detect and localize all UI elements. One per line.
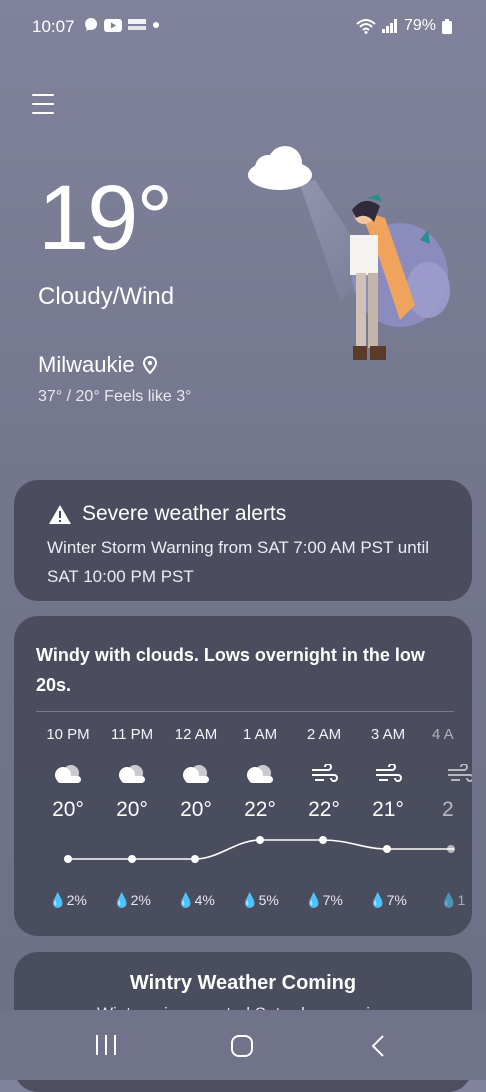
precipitation-chance: 💧1	[420, 892, 472, 909]
cloud-icon	[100, 754, 164, 794]
notification-icons	[84, 18, 160, 32]
precip-value: 2%	[130, 892, 151, 908]
wind-icon	[420, 754, 472, 794]
hour-time: 1 AM	[242, 726, 278, 743]
hour-temperature: 20°	[116, 798, 148, 821]
raindrop-icon: 💧	[113, 892, 131, 908]
hourly-forecast-scroller[interactable]: 10 PM 20° 11 PM 20° 12 AM 20° 1 AM 22° 2…	[14, 726, 472, 926]
warning-icon	[49, 504, 71, 524]
hour-time: 11 PM	[110, 726, 154, 743]
battery-icon	[442, 18, 452, 34]
raindrop-icon: 💧	[305, 892, 323, 908]
hour-temperature: 20°	[52, 798, 84, 821]
system-navigation-bar	[0, 1010, 486, 1080]
status-bar: 10:07 79%	[0, 0, 486, 52]
cloud-icon	[248, 146, 312, 190]
precip-value: 5%	[258, 892, 279, 908]
hour-time: 4 A	[432, 726, 454, 743]
wind-icon	[292, 754, 356, 794]
hour-time: 3 AM	[370, 726, 406, 743]
alert-text: Winter Storm Warning from SAT 7:00 AM PS…	[47, 538, 429, 586]
raindrop-icon: 💧	[49, 892, 67, 908]
hour-time: 10 PM	[46, 726, 90, 743]
battery-percent: 79%	[403, 17, 436, 34]
hour-temperature: 2	[442, 798, 454, 821]
youtube-icon	[104, 18, 122, 32]
home-icon[interactable]	[230, 1034, 254, 1058]
raindrop-icon: 💧	[177, 892, 195, 908]
location-name: Milwaukie	[38, 352, 135, 377]
precip-value: 4%	[194, 892, 215, 908]
hour-item: 10 PM 20°	[36, 726, 100, 822]
hour-item: 3 AM 21°	[356, 726, 420, 822]
raindrop-icon: 💧	[440, 892, 458, 908]
chat-icon	[85, 18, 97, 31]
weather-illustration	[248, 146, 450, 360]
more-notifications-dot-icon	[153, 22, 159, 28]
status-time: 10:07	[32, 17, 75, 36]
hour-time: 12 AM	[174, 726, 218, 743]
temperature-range-feels-like: 37° / 20° Feels like 3°	[38, 388, 192, 405]
hour-item: 12 AM 20°	[164, 726, 228, 822]
cloud-icon	[36, 754, 100, 794]
precip-value: 7%	[386, 892, 407, 908]
hour-item: 4 A 2	[420, 726, 472, 822]
hour-time: 2 AM	[306, 726, 342, 743]
temu-icon	[128, 19, 146, 30]
severe-weather-alert-card[interactable]: Severe weather alerts Winter Storm Warni…	[14, 480, 472, 601]
precipitation-chance: 💧4%	[164, 892, 228, 909]
back-icon[interactable]	[370, 1034, 386, 1058]
alert-header: Severe weather alerts	[48, 502, 286, 526]
divider	[36, 711, 454, 712]
hour-temperature: 22°	[244, 798, 276, 821]
wifi-icon	[356, 19, 376, 34]
precip-value: 1	[457, 892, 466, 908]
system-status: 79%	[356, 17, 452, 35]
wind-icon	[356, 754, 420, 794]
hour-item: 11 PM 20°	[100, 726, 164, 822]
hour-temperature: 22°	[308, 798, 340, 821]
cloud-icon	[228, 754, 292, 794]
forecast-summary: Windy with clouds. Lows overnight in the…	[36, 645, 425, 695]
precipitation-chance: 💧5%	[228, 892, 292, 909]
hour-item: 1 AM 22°	[228, 726, 292, 822]
signal-icon	[381, 19, 397, 33]
hour-item: 2 AM 22°	[292, 726, 356, 822]
current-temperature: 19°	[38, 167, 173, 269]
precip-value: 7%	[322, 892, 343, 908]
precipitation-chance: 💧2%	[100, 892, 164, 909]
precip-value: 2%	[66, 892, 87, 908]
precipitation-chance: 💧7%	[292, 892, 356, 909]
wintry-title: Wintry Weather Coming	[129, 972, 357, 994]
hour-temperature: 20°	[180, 798, 212, 821]
location-pin-icon	[142, 356, 157, 374]
raindrop-icon: 💧	[369, 892, 387, 908]
menu-icon[interactable]	[32, 94, 54, 121]
current-condition: Cloudy/Wind	[38, 283, 175, 310]
recent-apps-icon[interactable]	[94, 1034, 118, 1056]
temperature-trend-line	[64, 836, 455, 863]
hourly-forecast-card[interactable]: Windy with clouds. Lows overnight in the…	[14, 616, 472, 936]
precipitation-chance: 💧2%	[36, 892, 100, 909]
location-button[interactable]: Milwaukie	[38, 352, 157, 378]
alert-title: Severe weather alerts	[82, 502, 287, 525]
cloud-icon	[164, 754, 228, 794]
hour-temperature: 21°	[372, 798, 404, 821]
raindrop-icon: 💧	[241, 892, 259, 908]
precipitation-chance: 💧7%	[356, 892, 420, 909]
